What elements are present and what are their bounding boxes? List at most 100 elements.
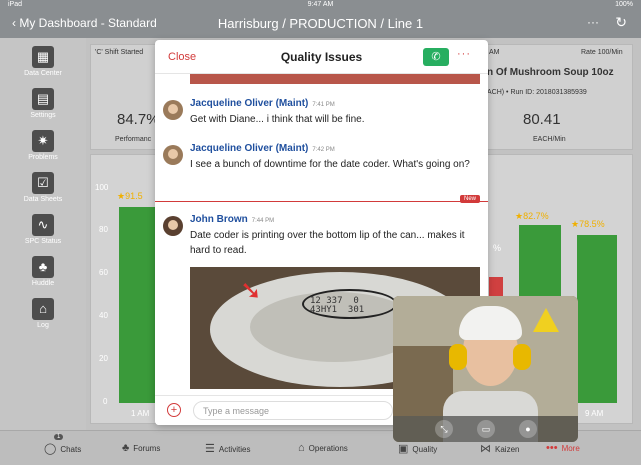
quality-icon: ▣ (398, 443, 409, 455)
tab-label: Chats (60, 445, 82, 454)
sidebar-item-label: Data Sheets (23, 196, 63, 203)
arrow-icon: ➘ (240, 275, 262, 305)
page-title: Harrisburg / PRODUCTION / Line 1 (217, 16, 424, 31)
message-text: Date coder is printing over the bottom l… (190, 230, 465, 256)
message-input[interactable] (193, 401, 393, 420)
tab-activities[interactable]: ☰ Activities (205, 442, 250, 455)
y-tick: 0 (103, 397, 108, 406)
avatar[interactable] (163, 145, 183, 165)
chat-icon: ◯ (44, 443, 57, 455)
factory-icon: ⌂ (298, 442, 305, 454)
ear-protector-icon (513, 344, 531, 370)
tab-forums[interactable]: ♣ Forums (122, 442, 160, 454)
chart-bar[interactable] (119, 207, 155, 403)
run-id: ACH) • Run ID: 2018031385939 (487, 89, 587, 96)
message-text: Get with Diane... i think that will be f… (190, 114, 365, 125)
tab-label: Quality (412, 445, 438, 454)
mic-icon[interactable]: ● (519, 420, 537, 438)
sidebar-item-data-sheets[interactable]: ☑ Data Sheets (0, 172, 86, 203)
chart-bar[interactable] (577, 235, 617, 403)
tab-kaizen[interactable]: ⋈ Kaizen (480, 442, 519, 455)
clipboard-icon: ▤ (32, 88, 54, 110)
call-button[interactable]: ✆ (423, 48, 449, 66)
add-attachment-button[interactable]: + (167, 403, 181, 417)
tab-chats[interactable]: ◯ Chats 1 (44, 434, 82, 455)
rate-value: 80.41 (523, 111, 561, 128)
y-tick: 60 (99, 268, 108, 277)
message-author: Jacqueline Oliver (Maint) 7:42 PM (190, 143, 335, 154)
clock: 9:47 AM (307, 1, 334, 8)
sidebar-item-label: Huddle (31, 280, 55, 287)
performance-value: 84.7% (117, 111, 160, 128)
sidebar-item-log[interactable]: ⌂ Log (0, 298, 86, 329)
video-call-window[interactable]: ⤡ ▭ ● (393, 296, 578, 442)
sidebar-item-label: Log (37, 322, 49, 329)
warning-sign-icon (533, 308, 559, 332)
app-header: ‹ My Dashboard - Standard Harrisburg / P… (0, 10, 641, 38)
refresh-icon[interactable]: ↻ (615, 14, 627, 31)
bar-label: ★91.5 (117, 191, 143, 201)
message-author: Jacqueline Oliver (Maint) 7:41 PM (190, 98, 335, 109)
ear-protector-icon (449, 344, 467, 370)
tab-label: Activities (218, 445, 251, 454)
tab-label: Operations (308, 444, 348, 453)
tab-operations[interactable]: ⌂ Operations (298, 442, 348, 454)
tab-more[interactable]: ••• More (546, 442, 580, 454)
more-icon: ••• (546, 442, 558, 454)
sidebar-item-spc-status[interactable]: ∿ SPC Status (0, 214, 86, 245)
people-icon: ♣ (122, 442, 130, 454)
avatar[interactable] (163, 100, 183, 120)
x-tick: 9 AM (585, 409, 604, 418)
sidebar: ▦ Data Center ▤ Settings ✷ Problems ☑ Da… (0, 38, 86, 430)
sidebar-item-label: Settings (30, 112, 56, 119)
rate-unit: EACH/Min (533, 136, 566, 143)
date-code: 12 337 0 43HY1 301 (310, 296, 365, 315)
expand-icon[interactable]: ⤡ (435, 420, 453, 438)
performance-label: Performanc (115, 136, 152, 143)
tab-quality[interactable]: ▣ Quality (398, 442, 437, 455)
message-author: John Brown 7:44 PM (190, 214, 275, 225)
battery-label: 100% (615, 1, 633, 8)
chat-message: Jacqueline Oliver (Maint) 7:41 PM Get wit… (163, 98, 480, 138)
chat-more-button[interactable]: ··· (457, 48, 471, 60)
database-icon: ▦ (32, 46, 54, 68)
chat-message: John Brown 7:44 PM Date coder is printing… (163, 214, 480, 264)
avatar[interactable] (163, 216, 183, 236)
sidebar-item-label: Problems (28, 154, 58, 161)
y-tick: 20 (99, 354, 108, 363)
chat-badge: 1 (54, 434, 64, 440)
status-bar: iPad 9:47 AM 100% (0, 0, 641, 10)
am-label: AM (489, 49, 500, 56)
message-time: 7:41 PM (312, 102, 335, 108)
y-tick: 80 (99, 225, 108, 234)
sidebar-item-label: Data Center (24, 70, 62, 77)
video-controls: ⤡ ▭ ● (393, 416, 578, 442)
message-text: I see a bunch of downtime for the date c… (190, 159, 470, 170)
tab-label: Forums (133, 444, 161, 453)
spc-chart-icon: ∿ (32, 214, 54, 236)
people-icon: ♣ (32, 256, 54, 278)
bar-label: ★82.7% (515, 211, 549, 221)
rate-panel[interactable]: AM Rate 100/Min n Of Mushroom Soup 10oz … (484, 44, 633, 150)
sidebar-item-huddle[interactable]: ♣ Huddle (0, 256, 86, 287)
camera-icon[interactable]: ▭ (477, 420, 495, 438)
message-time: 7:44 PM (251, 218, 275, 224)
new-messages-divider (155, 201, 488, 202)
product-name: n Of Mushroom Soup 10oz (487, 67, 614, 78)
rate-label: Rate 100/Min (581, 49, 623, 56)
phone-icon: ✆ (431, 51, 441, 63)
chat-message: Jacqueline Oliver (Maint) 7:42 PM I see a… (163, 143, 480, 193)
bar-label: ★78.5% (571, 219, 605, 229)
y-tick: 40 (99, 311, 108, 320)
sidebar-item-data-center[interactable]: ▦ Data Center (0, 46, 86, 77)
checklist-icon: ☰ (205, 443, 215, 455)
y-tick: 100 (95, 183, 109, 192)
tab-label: Kaizen (495, 445, 520, 454)
bar-label-partial: % (493, 243, 502, 253)
header-more-button[interactable]: ··· (587, 15, 599, 29)
burst-icon: ✷ (32, 130, 54, 152)
tab-label: More (561, 444, 580, 453)
sidebar-item-settings[interactable]: ▤ Settings (0, 88, 86, 119)
sidebar-item-problems[interactable]: ✷ Problems (0, 130, 86, 161)
checklist-icon: ☑ (32, 172, 54, 194)
